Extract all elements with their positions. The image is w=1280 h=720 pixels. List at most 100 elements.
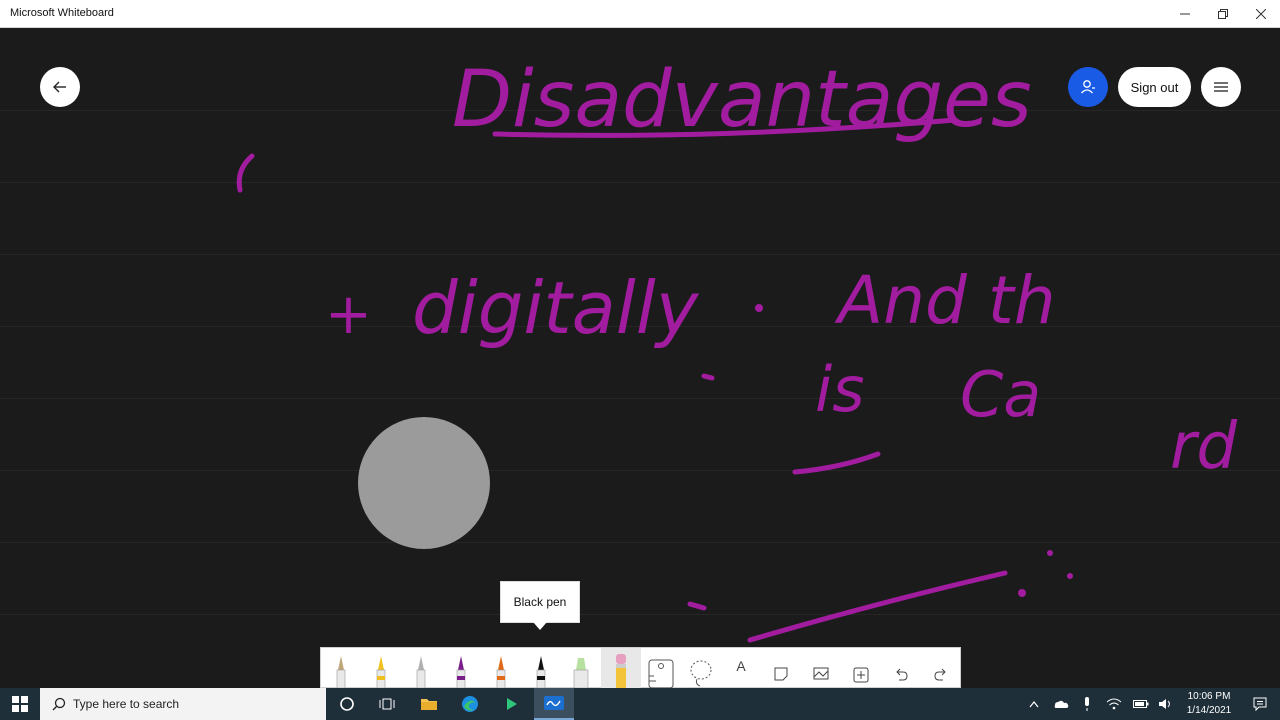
wifi-button[interactable] [1100,688,1128,720]
minimize-icon [1180,13,1190,14]
notifications-button[interactable] [1240,688,1280,720]
task-view-icon [379,698,395,710]
search-icon [52,697,66,711]
image-icon [813,667,829,680]
redo-icon [934,668,946,681]
pen-tool[interactable] [321,648,361,688]
app-icon [507,698,517,710]
arrow-left-icon [53,81,66,93]
whiteboard-canvas[interactable]: Disadvantages digitally And th is Ca rd … [0,28,1280,688]
ink-dot [1047,550,1053,556]
tooltip: Black pen [500,581,580,623]
ink-and-th: And th [834,262,1056,339]
volume-button[interactable] [1152,688,1180,720]
ink-dot [1067,573,1073,579]
onedrive-button[interactable] [1046,688,1076,720]
windows-logo-icon [12,696,28,712]
taskbar: Type here to search 10:06 PM 1/14/2021 [0,688,1280,720]
microphone-button[interactable] [1074,688,1100,720]
pen-icon [376,656,386,688]
pen-icon [336,656,346,688]
pen-icon [496,656,506,688]
highlighter-icon [573,658,589,688]
sticky-note-icon [774,667,788,681]
ruler-tool[interactable] [641,648,681,688]
pen-icon [416,656,426,688]
close-icon [1256,8,1266,19]
ink-dot [1018,589,1026,597]
notification-icon [1253,697,1267,711]
eraser-cursor [358,417,490,549]
ink-mark [687,601,707,611]
ink-is: is [815,353,865,426]
cortana-icon [340,697,354,711]
start-button[interactable] [0,688,40,720]
whiteboard-taskbar-button[interactable] [534,688,574,720]
ink-rd: rd [1170,410,1237,484]
window-title: Microsoft Whiteboard [10,7,114,19]
edge-icon [462,696,478,712]
text-icon: A [736,658,746,674]
black-pen-tool[interactable] [521,648,561,688]
microphone-icon [1085,697,1089,711]
ink-mark [236,153,255,193]
app-button[interactable] [492,688,532,720]
folder-icon [421,699,437,710]
pen-tool[interactable] [401,648,441,688]
task-view-button[interactable] [367,688,407,720]
redo-button[interactable] [921,648,961,688]
restore-button[interactable] [1204,0,1242,27]
pen-tool[interactable] [481,648,521,688]
clock[interactable]: 10:06 PM 1/14/2021 [1180,690,1238,718]
minimize-button[interactable] [1166,0,1204,27]
settings-menu-button[interactable] [1201,67,1241,107]
ink-underline [747,570,1008,643]
search-placeholder: Type here to search [73,697,180,711]
edge-button[interactable] [450,688,490,720]
cloud-icon [1054,700,1069,708]
tooltip-arrow [533,622,547,630]
ink-plus: + [325,282,372,347]
pen-icon [456,656,466,688]
clock-time: 10:06 PM [1187,691,1231,702]
wifi-icon [1106,698,1122,710]
sign-out-button[interactable]: Sign out [1118,67,1191,107]
speaker-icon [1159,699,1170,709]
close-button[interactable] [1242,0,1280,27]
lasso-icon [690,660,712,687]
eraser-icon [616,654,626,688]
image-tool[interactable] [801,648,841,688]
back-button[interactable] [40,67,80,107]
chevron-up-icon [1029,701,1039,708]
text-tool[interactable]: A [721,648,761,688]
battery-icon [1133,700,1149,708]
restore-icon [1218,8,1228,19]
ink-dot [755,304,763,312]
title-bar: Microsoft Whiteboard [0,0,1280,28]
battery-button[interactable] [1127,688,1155,720]
cortana-button[interactable] [327,688,367,720]
ink-digitally: digitally [412,266,700,350]
pen-tool[interactable] [361,648,401,688]
whiteboard-icon [544,696,564,710]
taskbar-search-box[interactable]: Type here to search [40,688,326,720]
eraser-tool[interactable] [601,648,641,688]
clock-date: 1/14/2021 [1186,705,1232,716]
pen-tool[interactable] [441,648,481,688]
highlighter-tool[interactable] [561,648,601,688]
ink-layer: Disadvantages digitally And th is Ca rd … [236,55,1237,643]
inking-toolbar: A [320,647,961,688]
invite-button[interactable] [1068,67,1108,107]
pen-icon [536,656,546,688]
hamburger-icon [1214,82,1228,92]
sticky-note-tool[interactable] [761,648,801,688]
undo-button[interactable] [881,648,921,688]
file-explorer-button[interactable] [409,688,449,720]
ink-mark [792,451,881,475]
lasso-tool[interactable] [681,648,721,688]
ruler-icon [648,659,674,688]
ink-ca: Ca [960,358,1041,431]
add-tool[interactable] [841,648,881,688]
add-icon [853,667,869,683]
undo-icon [896,668,908,681]
